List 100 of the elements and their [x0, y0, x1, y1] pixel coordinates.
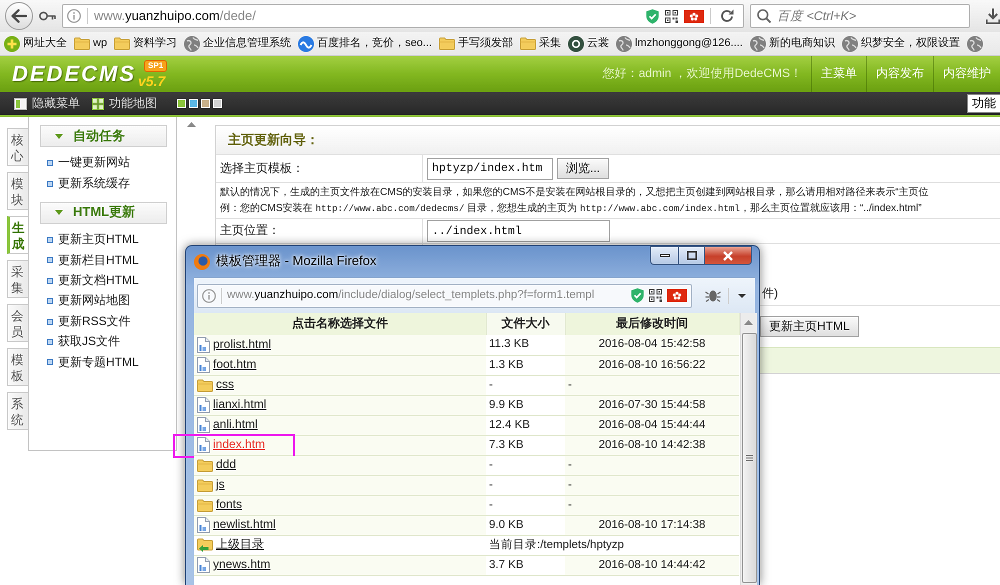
table-cell: 3.7 KB [486, 555, 565, 575]
bookmark[interactable]: 百度排名，竞价，seo... [298, 36, 432, 52]
bullet-icon [47, 318, 53, 325]
file-link[interactable]: js [216, 477, 225, 493]
menu-link[interactable]: 更新文档HTML [29, 270, 176, 291]
file-link[interactable]: 上级目录 [216, 537, 264, 553]
toolbar-link[interactable]: 功能地图 [92, 96, 157, 112]
text-field[interactable]: hptyzp/index.htm [427, 158, 553, 180]
color-swatch-icon[interactable] [213, 99, 222, 108]
address-bar[interactable]: www.yuanzhuipo.com/include/dialog/select_templets.php?f=form1.templ [197, 284, 692, 308]
file-link[interactable]: foot.htm [213, 357, 256, 373]
bookmark[interactable]: 新的电商知识 [750, 36, 835, 52]
file-link[interactable]: index.htm [213, 437, 266, 453]
bookmark[interactable]: 网址大全 [4, 36, 67, 52]
browse-button[interactable]: 浏览... [557, 158, 610, 179]
file-icon [197, 517, 210, 533]
file-link[interactable]: fonts [216, 497, 242, 513]
table-cell: 1.3 KB [486, 355, 565, 375]
file-link[interactable]: anli.html [213, 417, 258, 433]
bug-icon[interactable] [705, 289, 721, 302]
maximize-button[interactable] [678, 246, 705, 265]
download-icon[interactable] [986, 8, 1000, 24]
file-link[interactable]: ddd [216, 457, 236, 473]
bullet-icon [47, 338, 53, 345]
grid-icon [92, 98, 104, 110]
function-search-button[interactable]: 功能 [967, 94, 1000, 113]
side-tab[interactable]: 生成 [7, 216, 28, 254]
menu-link[interactable]: 更新系统缓存 [29, 173, 176, 194]
shield-icon[interactable] [646, 8, 659, 24]
bullet-icon [47, 298, 53, 304]
menu-link[interactable]: 更新RSS文件 [29, 311, 176, 332]
side-tab[interactable]: 会员 [7, 304, 28, 342]
back-arrow-icon [11, 9, 27, 23]
side-tab[interactable]: 模板 [7, 348, 28, 386]
file-link[interactable]: prolist.html [213, 336, 272, 353]
menu-link[interactable]: 一键更新网站 [29, 153, 176, 174]
menu-link[interactable]: 更新网站地图 [29, 290, 176, 312]
close-button[interactable] [705, 246, 752, 265]
info-icon[interactable] [202, 288, 216, 302]
file-link[interactable]: newlist.html [213, 517, 276, 533]
folder-icon [197, 458, 213, 472]
back-button[interactable] [5, 2, 33, 30]
text-field[interactable]: ../index.html [427, 220, 610, 242]
table-cell: 7.3 KB [486, 435, 565, 455]
column-header: 最后修改时间 [565, 313, 739, 335]
scroll-up-icon[interactable] [187, 122, 196, 127]
globe-icon[interactable] [966, 36, 983, 52]
table-cell: 12.4 KB [486, 415, 565, 435]
scrollbar-thumb[interactable] [742, 333, 756, 583]
side-tab[interactable]: 模块 [7, 172, 28, 210]
table-cell: 9.9 KB [486, 395, 565, 415]
circle-logo-icon [568, 36, 584, 52]
bookmark[interactable]: 企业信息管理系统 [184, 36, 292, 52]
help-text: 默认的情况下，生成的主页文件放在CMS的安装目录，如果您的CMS不是安装在网站根目录的，又想把主页创建到网站根目录，那么请用相对路径来表示“主页位 [220, 186, 930, 200]
minimize-button[interactable] [650, 246, 678, 265]
caret-icon [55, 134, 63, 138]
color-swatch-icon[interactable] [189, 99, 198, 108]
table-cell: - [565, 495, 739, 515]
menu-link[interactable]: 更新主页HTML [29, 230, 176, 250]
flag-icon[interactable] [684, 10, 704, 22]
toolbar-link[interactable]: 隐藏菜单 [14, 96, 80, 112]
section-header[interactable]: 自动任务 [40, 125, 167, 147]
refresh-icon [720, 9, 734, 23]
caret-icon [55, 210, 63, 216]
side-tab[interactable]: 系统 [7, 392, 28, 430]
file-icon [197, 336, 210, 353]
folder-icon [74, 36, 90, 50]
update-button[interactable]: 更新主页HTML [760, 316, 859, 337]
menu-link[interactable]: 更新栏目HTML [29, 250, 176, 271]
column-header: 点击名称选择文件 [194, 313, 486, 335]
color-swatch-icon[interactable] [177, 99, 186, 108]
dropdown-button[interactable] [736, 294, 748, 298]
bookmark[interactable]: 资料学习 [114, 36, 178, 51]
bookmark[interactable]: 采集 [520, 36, 561, 51]
file-link[interactable]: lianxi.html [213, 397, 266, 413]
bookmark[interactable]: 织梦安全，权限设置 [842, 36, 960, 52]
qr-code-icon[interactable] [665, 10, 678, 22]
color-swatch-icon[interactable] [201, 99, 210, 108]
bookmark[interactable]: 云裳 [568, 36, 609, 52]
qr-code-icon[interactable] [649, 289, 662, 302]
flag-icon[interactable] [667, 289, 687, 302]
section-header[interactable]: HTML更新 [40, 202, 167, 224]
address-bar[interactable]: www.yuanzhuipo.com/dede/ [62, 4, 744, 28]
search-field[interactable]: 百度 <Ctrl+K> [750, 4, 970, 28]
file-link[interactable]: ynews.htm [213, 557, 270, 573]
bookmark[interactable]: lmzhonggong@126.... [616, 36, 743, 52]
key-icon[interactable] [39, 11, 56, 21]
menu-link[interactable]: 获取JS文件 [29, 332, 176, 352]
menu-link[interactable]: 更新专题HTML [29, 352, 176, 373]
shield-icon[interactable] [631, 288, 644, 303]
file-link[interactable]: css [216, 377, 234, 393]
file-icon [197, 437, 210, 453]
bullet-icon [47, 257, 53, 264]
bookmark[interactable]: 手写须发部 [438, 36, 513, 51]
table-cell: 2016-08-04 15:42:58 [565, 335, 739, 355]
bookmark[interactable]: wp [74, 36, 108, 51]
info-icon[interactable] [67, 9, 81, 23]
side-tab[interactable]: 核心 [7, 128, 28, 166]
folder-icon [438, 36, 455, 50]
side-tab[interactable]: 采集 [7, 260, 28, 298]
